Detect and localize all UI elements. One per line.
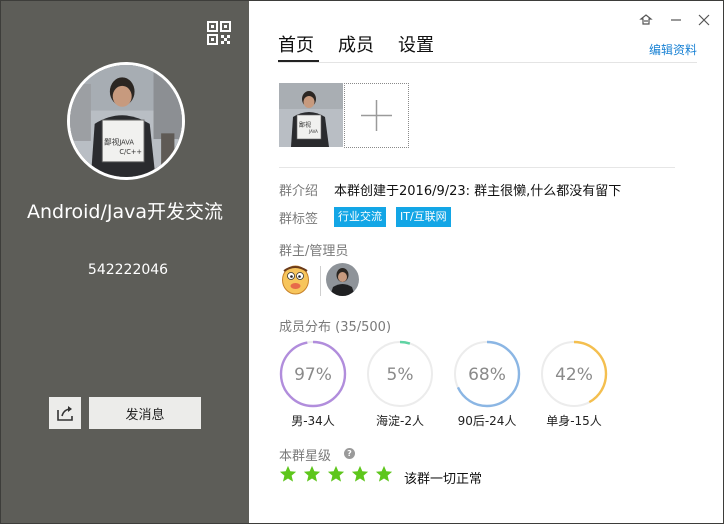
profile-main: 首页 成员 设置 编辑资料 鄙视 JAVA 群介绍 本群创建于2016/9/23… xyxy=(249,1,723,523)
region-ratio-value: 5% xyxy=(387,365,414,385)
rating-label: 本群星级 xyxy=(279,449,332,464)
star-icon xyxy=(351,465,369,482)
group-avatar-image: 鄙视 JAVA C/C++ xyxy=(70,65,182,177)
tab-members[interactable]: 成员 xyxy=(338,31,374,57)
distribution-label: 成员分布 (35/500) xyxy=(279,320,392,335)
svg-text:C/C++: C/C++ xyxy=(119,148,142,156)
edit-profile-link[interactable]: 编辑资料 xyxy=(649,41,697,58)
group-name: Android/Java开发交流 xyxy=(27,201,223,223)
star-icon xyxy=(327,465,345,482)
share-button[interactable] xyxy=(49,397,81,429)
star-icon xyxy=(303,465,321,482)
region-ratio-ring: 5% xyxy=(366,340,434,408)
single-ratio-caption: 单身-15人 xyxy=(546,414,602,428)
single-ratio-ring: 42% xyxy=(540,340,608,408)
male-ratio-ring: 97% xyxy=(279,340,347,408)
male-ratio-value: 97% xyxy=(294,365,332,385)
star-icon xyxy=(279,465,297,482)
svg-text:鄙视: 鄙视 xyxy=(104,137,120,147)
age-ratio-ring: 68% xyxy=(453,340,521,408)
share-icon xyxy=(57,406,73,421)
owner-avatar[interactable] xyxy=(279,263,312,296)
skin-icon[interactable] xyxy=(637,11,655,29)
region-ratio-caption: 海淀-2人 xyxy=(376,414,424,428)
group-photo-image: 鄙视 JAVA xyxy=(279,83,343,147)
qr-code-icon[interactable] xyxy=(207,21,231,45)
group-photo[interactable]: 鄙视 JAVA xyxy=(279,83,343,147)
group-avatar[interactable]: 鄙视 JAVA C/C++ xyxy=(67,62,185,180)
add-photo-button[interactable] xyxy=(344,83,409,148)
rating-status: 该群一切正常 xyxy=(404,472,483,487)
admin-divider xyxy=(320,266,321,296)
profile-sidebar: 鄙视 JAVA C/C++ Android/Java开发交流 542222046… xyxy=(1,1,249,523)
intro-text: 本群创建于2016/9/23: 群主很懒,什么都没有留下 xyxy=(334,184,622,199)
admin-avatar-image xyxy=(326,263,359,296)
svg-text:JAVA: JAVA xyxy=(118,139,134,147)
help-icon[interactable]: ? xyxy=(344,448,355,459)
tags-label: 群标签 xyxy=(279,212,319,227)
tab-settings[interactable]: 设置 xyxy=(398,31,434,57)
intro-label: 群介绍 xyxy=(279,184,319,199)
star-icon xyxy=(375,465,393,482)
owner-avatar-image xyxy=(279,263,312,296)
tag-item[interactable]: 行业交流 xyxy=(334,207,386,227)
svg-text:JAVA: JAVA xyxy=(308,129,318,134)
single-ratio-value: 42% xyxy=(555,365,593,385)
section-divider xyxy=(279,167,675,168)
admins-label: 群主/管理员 xyxy=(279,244,349,259)
plus-icon xyxy=(361,100,392,131)
admin-avatar[interactable] xyxy=(326,263,359,296)
group-number: 542222046 xyxy=(87,262,169,278)
age-ratio-caption: 90后-24人 xyxy=(457,414,517,428)
minimize-icon[interactable] xyxy=(667,11,685,29)
close-icon[interactable] xyxy=(695,11,713,29)
group-profile-window: 鄙视 JAVA C/C++ Android/Java开发交流 542222046… xyxy=(0,0,724,524)
tab-divider xyxy=(278,62,697,63)
tab-home[interactable]: 首页 xyxy=(278,31,314,57)
svg-text:鄙视: 鄙视 xyxy=(299,121,311,129)
male-ratio-caption: 男-34人 xyxy=(291,414,335,428)
tag-item[interactable]: IT/互联网 xyxy=(396,207,451,227)
age-ratio-value: 68% xyxy=(468,365,506,385)
send-message-button[interactable]: 发消息 xyxy=(89,397,201,429)
